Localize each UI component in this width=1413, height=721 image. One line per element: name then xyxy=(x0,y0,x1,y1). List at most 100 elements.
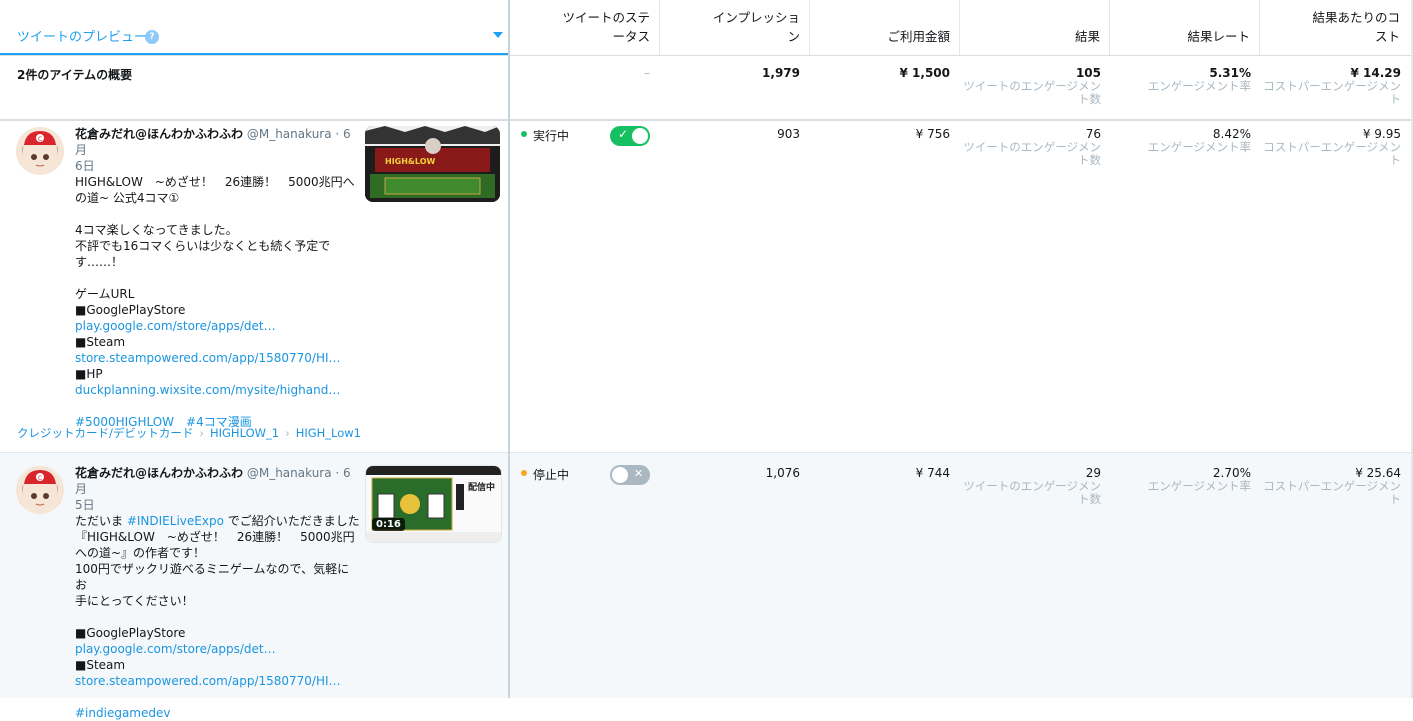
tweet-text-line: ただいま #INDIELiveExpo でご紹介いただきました xyxy=(75,513,361,529)
tweet-text-line xyxy=(75,609,361,625)
tweet-text: でご紹介いただきました xyxy=(223,514,360,528)
impressions-column-header[interactable]: インプレッショ ン xyxy=(665,8,800,46)
row-results: 76 ツイートのエンゲージメン ト数 xyxy=(960,127,1101,167)
summary-results: 105 ツイートのエンゲージメン ト数 xyxy=(960,66,1101,106)
summary-rate-value: 5.31% xyxy=(1209,66,1251,80)
tweet-date: 6日 xyxy=(75,159,95,173)
tweet-video[interactable]: 配信中 0:16 xyxy=(365,465,502,543)
tweet-ad-table: ツイートのプレビュー ? ツイートのステ ータス インプレッショ ン ご利用金額… xyxy=(0,0,1413,720)
row-rate-sub: エンゲージメント率 xyxy=(1147,479,1251,493)
avatar: C xyxy=(16,466,64,514)
row-spend: ¥ 756 xyxy=(915,127,950,141)
results-column-header[interactable]: 結果 xyxy=(965,27,1100,46)
cost-header-line2: スト xyxy=(1374,29,1400,44)
row-results-value: 76 xyxy=(1085,127,1101,141)
tweet-text-line xyxy=(75,398,361,414)
author-name[interactable]: 花倉みだれ@ほんわかふわふわ xyxy=(75,127,243,141)
row-rate-value: 2.70% xyxy=(1212,466,1251,480)
row-cost-sub: ト xyxy=(1389,153,1402,167)
preview-divider xyxy=(508,0,510,698)
tweet-text-line: ■Steam xyxy=(75,335,126,349)
tweet-text-line: の道~ 公式4コマ① xyxy=(75,191,180,205)
tweet-text-line: 4コマ楽しくなってきました。 xyxy=(75,223,238,237)
summary-status: – xyxy=(644,66,650,80)
tweet-text-line xyxy=(75,206,361,222)
preview-column-header[interactable]: ツイートのプレビュー ? xyxy=(0,0,508,55)
svg-text:C: C xyxy=(38,136,42,143)
summary-results-value: 105 xyxy=(1075,66,1101,80)
tweet-image[interactable]: HIGH&LOW xyxy=(365,126,500,202)
author-name[interactable]: 花倉みだれ@ほんわかふわふわ xyxy=(75,466,243,480)
tweet-date: 5日 xyxy=(75,498,95,512)
status-running-dot xyxy=(521,131,527,137)
summary-row: 2件のアイテムの概要 – 1,979 ¥ 1,500 105 ツイートのエンゲー… xyxy=(0,55,1413,121)
tweet-text-line[interactable]: #indiegamedev xyxy=(75,705,361,721)
tweet-text-line[interactable]: duckplanning.wixsite.com/mysite/highand… xyxy=(75,382,361,398)
tweet-text-line xyxy=(75,689,361,705)
spend-column-header[interactable]: ご利用金額 xyxy=(815,27,950,46)
toggle-knob xyxy=(612,467,628,483)
summary-rate: 5.31% エンゲージメント率 xyxy=(1110,66,1251,93)
row-impressions: 1,076 xyxy=(765,466,800,480)
status-header-line1: ツイートのステ xyxy=(562,10,650,25)
tweet-text-line[interactable]: play.google.com/store/apps/det… xyxy=(75,318,361,334)
rate-column-header[interactable]: 結果レート xyxy=(1115,27,1250,46)
row-results-sub: ト数 xyxy=(1078,153,1101,167)
impressions-header-line1: インプレッショ xyxy=(712,10,800,25)
tweet-text-line[interactable]: store.steampowered.com/app/1580770/HI… xyxy=(75,350,361,366)
summary-cost-value: ¥ 14.29 xyxy=(1350,66,1401,80)
row-rate: 2.70% エンゲージメント率 xyxy=(1110,466,1251,493)
chevron-right-icon: › xyxy=(199,426,204,440)
video-duration: 0:16 xyxy=(372,518,405,531)
sort-caret-icon[interactable] xyxy=(493,32,503,38)
preview-header-label: ツイートのプレビュー xyxy=(17,30,148,45)
row-rate-sub: エンゲージメント率 xyxy=(1147,140,1251,154)
summary-results-sub: ト数 xyxy=(1078,92,1101,106)
tweet-body[interactable]: 花倉みだれ@ほんわかふわふわ @M_hanakura · 6月 5日 ただいま … xyxy=(75,465,361,721)
tweet-text-line: 『HIGH&LOW ~めざせ！ 26連勝！ 5000兆円 xyxy=(75,530,355,544)
row-impressions: 903 xyxy=(777,127,800,141)
row-rate-value: 8.42% xyxy=(1212,127,1251,141)
row-results-value: 29 xyxy=(1085,466,1101,480)
tweet-text-line: す……！ xyxy=(75,255,124,269)
breadcrumb-campaign[interactable]: HIGHLOW_1 xyxy=(210,426,279,440)
cost-column-header[interactable]: 結果あたりのコ スト xyxy=(1265,8,1400,46)
breadcrumb-adgroup[interactable]: HIGH_Low1 xyxy=(296,426,361,440)
tweet-text: ただいま xyxy=(75,514,127,528)
tweet-text-line[interactable]: play.google.com/store/apps/det… xyxy=(75,641,361,657)
breadcrumb-funding[interactable]: クレジットカード/デビットカード xyxy=(17,426,193,440)
tweet-text-line: ゲームURL xyxy=(75,287,135,301)
help-icon[interactable]: ? xyxy=(145,30,159,44)
spend-header-label: ご利用金額 xyxy=(887,29,950,44)
tweet-text-line xyxy=(75,270,361,286)
row-cost-sub: コストパーエンゲージメン xyxy=(1263,140,1401,154)
tweet-text-line: ■Steam xyxy=(75,658,126,672)
row-spend: ¥ 744 xyxy=(915,466,950,480)
impressions-header-line2: ン xyxy=(787,29,800,44)
column-separator xyxy=(959,0,960,55)
tweet-text-line[interactable]: store.steampowered.com/app/1580770/HI… xyxy=(75,673,361,689)
tweet-text-line: ■GooglePlayStore xyxy=(75,303,186,317)
hashtag-link[interactable]: #INDIELiveExpo xyxy=(127,514,224,528)
status-column-header[interactable]: ツイートのステ ータス xyxy=(540,8,650,46)
status-header-line2: ータス xyxy=(612,29,650,44)
chevron-right-icon: › xyxy=(285,426,290,440)
row-cost-value: ¥ 9.95 xyxy=(1362,127,1401,141)
thumb-text: 配信中 xyxy=(468,483,496,493)
check-icon: ✓ xyxy=(618,127,629,141)
summary-cost-sub: コストパーエンゲージメン xyxy=(1263,79,1401,93)
column-separator xyxy=(1259,0,1260,55)
status-paused-dot xyxy=(521,470,527,476)
tweet-text-line: 手にとってください！ xyxy=(75,594,194,608)
row-divider xyxy=(0,452,1413,453)
column-separator xyxy=(659,0,660,55)
tweet-body[interactable]: 花倉みだれ@ほんわかふわふわ @M_hanakura · 6月 6日 HIGH&… xyxy=(75,126,361,430)
column-separator xyxy=(809,0,810,55)
status-toggle[interactable]: ✓ xyxy=(610,126,650,146)
results-header-label: 結果 xyxy=(1074,29,1100,44)
status-label: 停止中 xyxy=(533,468,570,482)
row-cost: ¥ 9.95 コストパーエンゲージメン ト xyxy=(1260,127,1401,167)
status-toggle[interactable]: ✕ xyxy=(610,465,650,485)
row-cost: ¥ 25.64 コストパーエンゲージメン ト xyxy=(1260,466,1401,506)
row-results: 29 ツイートのエンゲージメン ト数 xyxy=(960,466,1101,506)
